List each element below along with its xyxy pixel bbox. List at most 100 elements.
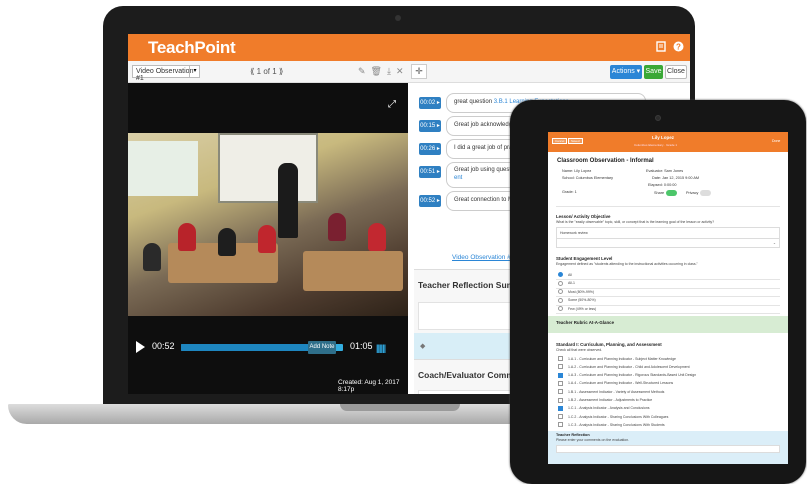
standard-checkbox[interactable] (558, 405, 563, 411)
close-button[interactable]: Close (665, 65, 687, 79)
standard-item-label: 1.A.1 - Curriculum and Planning Indicato… (568, 356, 676, 361)
engagement-title: Student Engagement Level (556, 256, 613, 261)
privacy-toggle[interactable] (700, 190, 711, 196)
standard-checkbox[interactable] (558, 356, 563, 361)
engagement-radio[interactable] (558, 280, 563, 286)
document-icon[interactable] (655, 41, 667, 53)
divider (556, 279, 780, 280)
actions-button[interactable]: Actions ▾ (610, 65, 642, 79)
edit-icon[interactable]: ✎ (358, 66, 371, 76)
save-button[interactable]: Save (644, 65, 663, 79)
standard-checkbox[interactable] (558, 422, 563, 428)
timestamp-button[interactable]: 00:15 ▸ (419, 120, 441, 132)
lesson-dropdown[interactable]: ⌄ (556, 238, 780, 248)
standard-link[interactable]: ent (454, 175, 462, 181)
engagement-option-label: Few (49% or less) (568, 306, 597, 311)
engagement-option-label: Most (80%-99%) (568, 289, 595, 294)
video-controls: 00:52 01:05 |||||| (128, 335, 408, 361)
timestamp-button[interactable]: 00:02 ▸ (419, 97, 441, 109)
standard-item-label: 1.A.4 - Curriculum and Planning Indicato… (568, 381, 674, 386)
toolbar: Video Observation #1 ▾ ⟪ 1 of 1 ⟫ ✎🗑⤓✕ ✛… (128, 61, 690, 83)
student-figure (368, 223, 386, 251)
divider (556, 287, 780, 289)
toolbar-icons[interactable]: ✎🗑⤓✕ (358, 66, 409, 77)
current-time: 00:52 (152, 341, 175, 351)
standard-checkbox[interactable] (558, 380, 563, 386)
standard-item-label: 1.C.3 - Analysis Indicator - Sharing Con… (568, 422, 665, 427)
privacy-label: Privacy (686, 191, 699, 195)
rubric-title: Teacher Rubric At-A-Glance (556, 320, 615, 325)
trash-icon[interactable]: 🗑 (371, 66, 387, 76)
date-field[interactable]: Date: Jan 12, 2015 9:00 AM (652, 176, 699, 180)
standard-checkbox[interactable] (558, 364, 563, 370)
divider (556, 313, 780, 314)
section-title: Coach/Evaluator Commen (418, 370, 524, 380)
play-icon[interactable] (136, 341, 145, 353)
share-toggle[interactable] (666, 190, 677, 196)
standard-item-label: 1.C.1 - Analysis Indicator - Analysis an… (568, 406, 650, 411)
student-figure (328, 213, 346, 241)
engagement-radio[interactable] (558, 289, 563, 294)
teacher-figure (278, 163, 298, 238)
timestamp-button[interactable]: 00:26 ▸ (419, 143, 441, 155)
evaluator-field: Evaluator: Sam Jones (646, 169, 684, 173)
reflection-input[interactable] (556, 445, 780, 453)
standard-item-label: 1.A.2 - Curriculum and Planning Indicato… (568, 364, 690, 369)
engagement-option-label: Some (50%-80%) (568, 298, 596, 302)
reflection-section: Teacher Reflection Please enter your com… (548, 431, 788, 464)
chevron-down-icon[interactable]: ⌄ (773, 241, 776, 245)
desk (303, 251, 403, 291)
section-title: Teacher Reflection Summ (418, 280, 522, 290)
move-icon[interactable]: ✛ (411, 64, 427, 79)
standard-description: Check all that were observed. (556, 348, 603, 352)
tag-icon[interactable]: ◆ (420, 342, 425, 350)
close-icon[interactable]: ✕ (396, 66, 409, 76)
standard-item-label: 1.C.2 - Analysis Indicator - Sharing Con… (568, 414, 669, 419)
whiteboard (128, 141, 198, 196)
standard-checkbox[interactable] (558, 389, 563, 395)
engagement-radio[interactable] (558, 272, 563, 277)
download-icon[interactable]: ⤓ (387, 66, 396, 76)
engagement-description: Engagement defined as "students attendin… (556, 262, 698, 266)
wall-board (218, 133, 318, 203)
pager[interactable]: ⟪ 1 of 1 ⟫ (250, 67, 283, 76)
help-icon[interactable]: ? (672, 41, 684, 53)
reflection-title: Teacher Reflection (556, 433, 590, 437)
lesson-title: Lesson/ Activity Objective (556, 214, 611, 219)
grade-field: Grade: 1 (562, 190, 577, 194)
student-figure (178, 223, 196, 251)
name-field: Name: Lily Lopez (562, 169, 592, 173)
standard-item-label: 1.B.2 - Assessment Indicator - Adjustmen… (568, 398, 653, 402)
video-player[interactable]: ⤢ 00:52 01:05 |||||| Add Note Created: A… (128, 83, 408, 394)
standard-item-label: 1.A.3 - Curriculum and Planning Indicato… (568, 373, 697, 378)
reflection-description: Please enter your comments on the evalua… (556, 438, 630, 442)
saved-button[interactable]: Saved (568, 138, 583, 144)
engagement-radio[interactable] (558, 297, 563, 303)
camera-icon (655, 115, 661, 121)
end-time: 01:05 (350, 341, 373, 351)
student-figure (218, 228, 236, 256)
timestamp-button[interactable]: 00:51 ▸ (419, 166, 441, 178)
standard-checkbox[interactable] (558, 397, 563, 403)
form-title: Classroom Observation - Informal (557, 158, 654, 164)
timestamp-button[interactable]: 00:52 ▸ (419, 195, 441, 207)
standard-item-label: 1.B.1 - Assessment Indicator - Variety o… (568, 389, 665, 394)
standard-checkbox[interactable] (558, 414, 563, 420)
student-figure (258, 225, 276, 253)
expand-icon[interactable]: ⤢ (388, 99, 396, 110)
cancel-button[interactable]: Cancel (552, 138, 568, 144)
share-label: Share (654, 191, 665, 195)
engagement-radio[interactable] (558, 306, 563, 311)
student-figure (143, 243, 161, 271)
video-frame[interactable] (128, 133, 408, 316)
add-note-button[interactable]: Add Note (308, 341, 336, 354)
volume-icon[interactable]: |||||| (376, 343, 386, 353)
standard-checkbox[interactable] (558, 372, 563, 378)
svg-text:?: ? (676, 43, 681, 52)
created-timestamp: Created: Aug 1, 2017 8:17p (338, 379, 400, 393)
engagement-option-label: All (568, 272, 572, 277)
done-button[interactable]: Done (772, 139, 780, 143)
chevron-down-icon[interactable]: ▾ (189, 65, 200, 78)
app-header: TeachPoint ? (128, 34, 690, 61)
tablet-header: Cancel Saved Lily Lopez Columbus Element… (548, 132, 788, 152)
